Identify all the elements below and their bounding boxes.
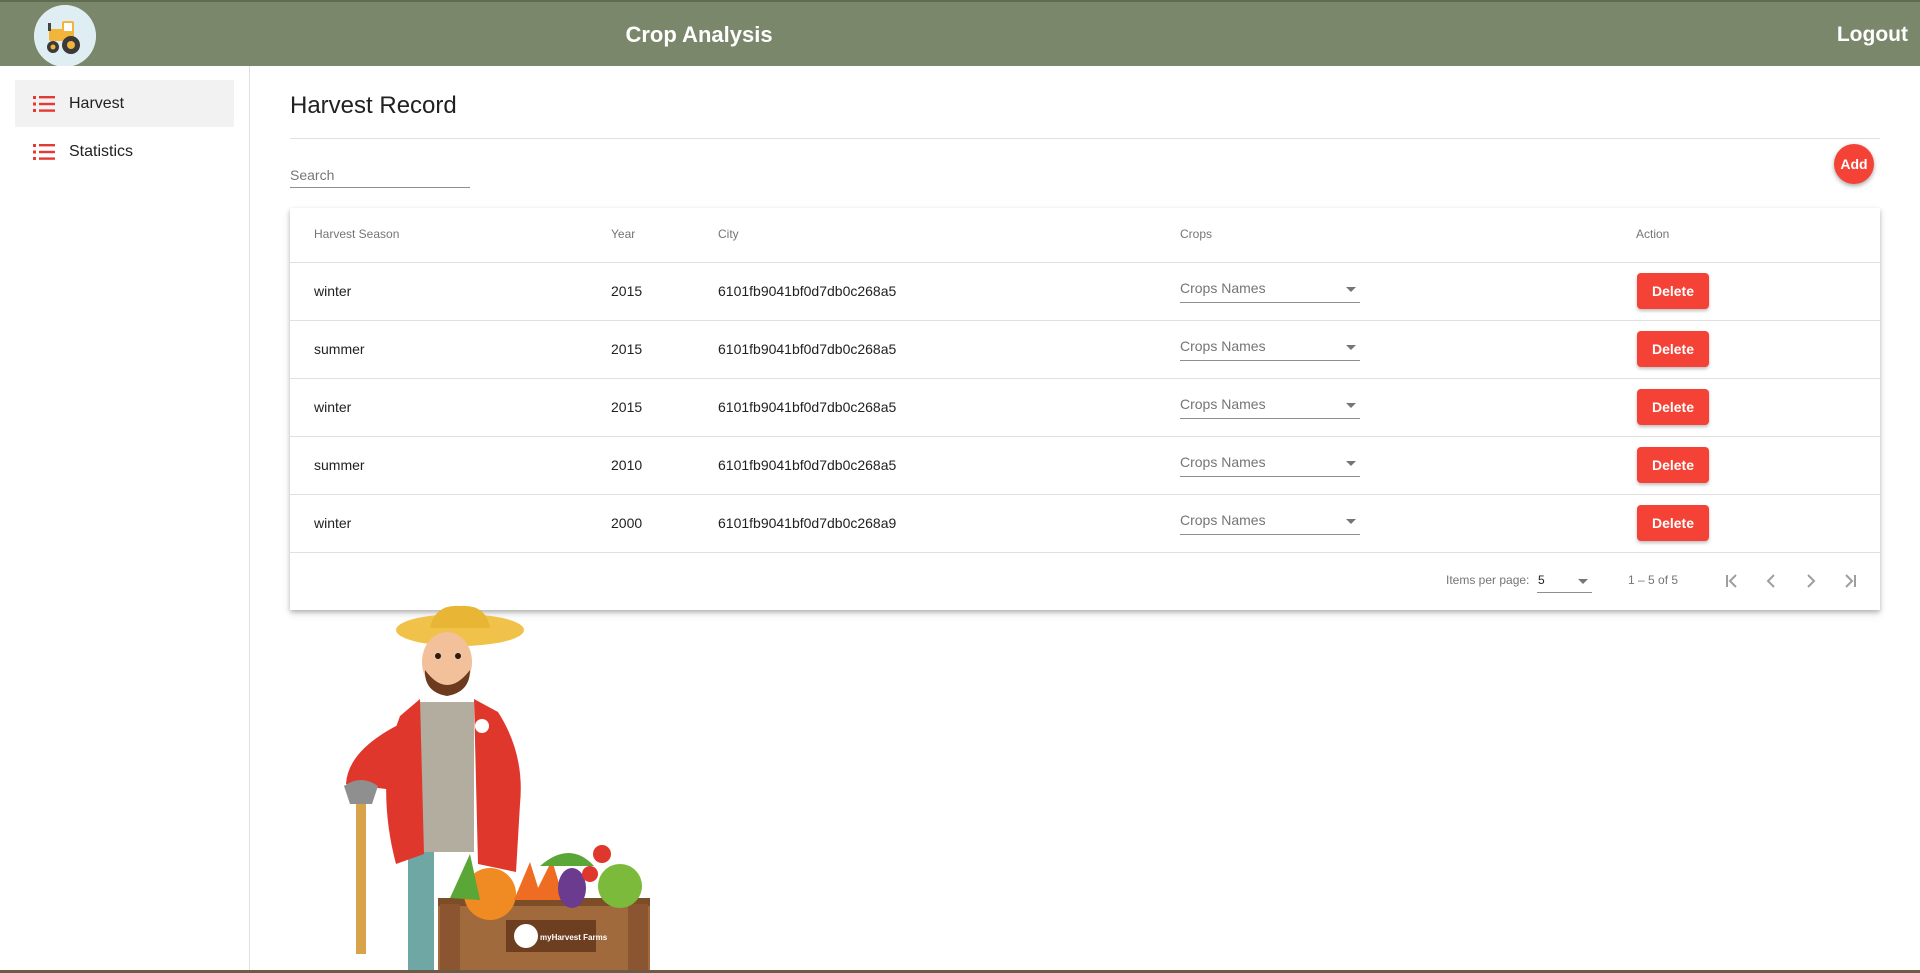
city-cell: 6101fb9041bf0d7db0c268a5 [718, 283, 897, 299]
crops-select[interactable]: Crops Names [1180, 509, 1360, 535]
chevron-down-icon [1346, 519, 1356, 524]
first-page-button[interactable] [1715, 565, 1747, 597]
top-bar: Crop Analysis Logout [0, 0, 1920, 68]
items-per-page-label: Items per page: [1446, 573, 1530, 587]
column-header-year[interactable]: Year [611, 227, 635, 241]
first-page-icon [1726, 574, 1737, 588]
delete-button[interactable]: Delete [1637, 273, 1709, 309]
chevron-right-icon [1807, 574, 1816, 588]
logout-button[interactable]: Logout [1837, 2, 1908, 68]
season-cell: summer [314, 457, 365, 473]
city-cell: 6101fb9041bf0d7db0c268a9 [718, 515, 897, 531]
column-header-city[interactable]: City [718, 227, 739, 241]
year-cell: 2000 [611, 515, 643, 531]
delete-button[interactable]: Delete [1637, 505, 1709, 541]
season-cell: summer [314, 341, 365, 357]
app-title: Crop Analysis [625, 22, 773, 47]
harvest-table: Harvest Season Year City Crops Action wi… [290, 208, 1880, 610]
list-icon [33, 95, 55, 112]
year-cell: 2015 [611, 341, 643, 357]
crops-select[interactable]: Crops Names [1180, 277, 1360, 303]
search-input[interactable] [290, 162, 470, 188]
chevron-down-icon [1346, 287, 1356, 292]
year-cell: 2015 [611, 399, 643, 415]
page-title: Harvest Record [290, 92, 457, 119]
divider [290, 138, 1880, 139]
city-cell: 6101fb9041bf0d7db0c268a5 [718, 457, 897, 473]
page-range-label: 1 – 5 of 5 [1628, 573, 1679, 587]
season-cell: winter [314, 399, 352, 415]
crops-select-placeholder: Crops Names [1180, 512, 1266, 528]
crops-select[interactable]: Crops Names [1180, 335, 1360, 361]
table-row: summer 2010 6101fb9041bf0d7db0c268a5 Cro… [290, 437, 1880, 495]
chevron-down-icon [1578, 579, 1588, 584]
previous-page-button[interactable] [1755, 565, 1787, 597]
chevron-down-icon [1346, 461, 1356, 466]
crops-select-placeholder: Crops Names [1180, 396, 1266, 412]
delete-button[interactable]: Delete [1637, 389, 1709, 425]
year-cell: 2015 [611, 283, 643, 299]
season-cell: winter [314, 283, 352, 299]
add-button[interactable]: Add [1834, 144, 1874, 184]
farmer-illustration: myHarvest Farms [344, 605, 650, 972]
column-header-season[interactable]: Harvest Season [314, 227, 399, 241]
crops-select[interactable]: Crops Names [1180, 393, 1360, 419]
next-page-button[interactable] [1795, 565, 1827, 597]
sidebar-item-harvest[interactable]: Harvest [15, 80, 234, 127]
season-cell: winter [314, 515, 352, 531]
paginator: Items per page: 5 1 – 5 of 5 [290, 551, 1880, 610]
crops-select[interactable]: Crops Names [1180, 451, 1360, 477]
chevron-left-icon [1766, 574, 1775, 588]
delete-button[interactable]: Delete [1637, 447, 1709, 483]
list-icon [33, 143, 55, 160]
table-header: Harvest Season Year City Crops Action [290, 208, 1880, 263]
city-cell: 6101fb9041bf0d7db0c268a5 [718, 341, 897, 357]
crate-label: myHarvest Farms [540, 933, 608, 942]
table-row: winter 2015 6101fb9041bf0d7db0c268a5 Cro… [290, 379, 1880, 437]
last-page-button[interactable] [1835, 565, 1867, 597]
crops-select-placeholder: Crops Names [1180, 454, 1266, 470]
crops-select-placeholder: Crops Names [1180, 338, 1266, 354]
page-size-value: 5 [1538, 573, 1545, 587]
chevron-down-icon [1346, 403, 1356, 408]
last-page-icon [1845, 574, 1856, 588]
delete-button[interactable]: Delete [1637, 331, 1709, 367]
city-cell: 6101fb9041bf0d7db0c268a5 [718, 399, 897, 415]
crops-select-placeholder: Crops Names [1180, 280, 1266, 296]
sidebar-item-label: Statistics [69, 142, 134, 160]
table-row: summer 2015 6101fb9041bf0d7db0c268a5 Cro… [290, 321, 1880, 379]
sidebar: Harvest Statistics [0, 66, 250, 973]
sidebar-item-label: Harvest [69, 94, 125, 112]
page-size-select[interactable]: 5 [1537, 567, 1592, 593]
year-cell: 2010 [611, 457, 643, 473]
table-row: winter 2000 6101fb9041bf0d7db0c268a9 Cro… [290, 495, 1880, 553]
column-header-action: Action [1636, 227, 1670, 241]
table-row: winter 2015 6101fb9041bf0d7db0c268a5 Cro… [290, 263, 1880, 321]
chevron-down-icon [1346, 345, 1356, 350]
column-header-crops: Crops [1180, 227, 1213, 241]
sidebar-item-statistics[interactable]: Statistics [15, 128, 234, 175]
